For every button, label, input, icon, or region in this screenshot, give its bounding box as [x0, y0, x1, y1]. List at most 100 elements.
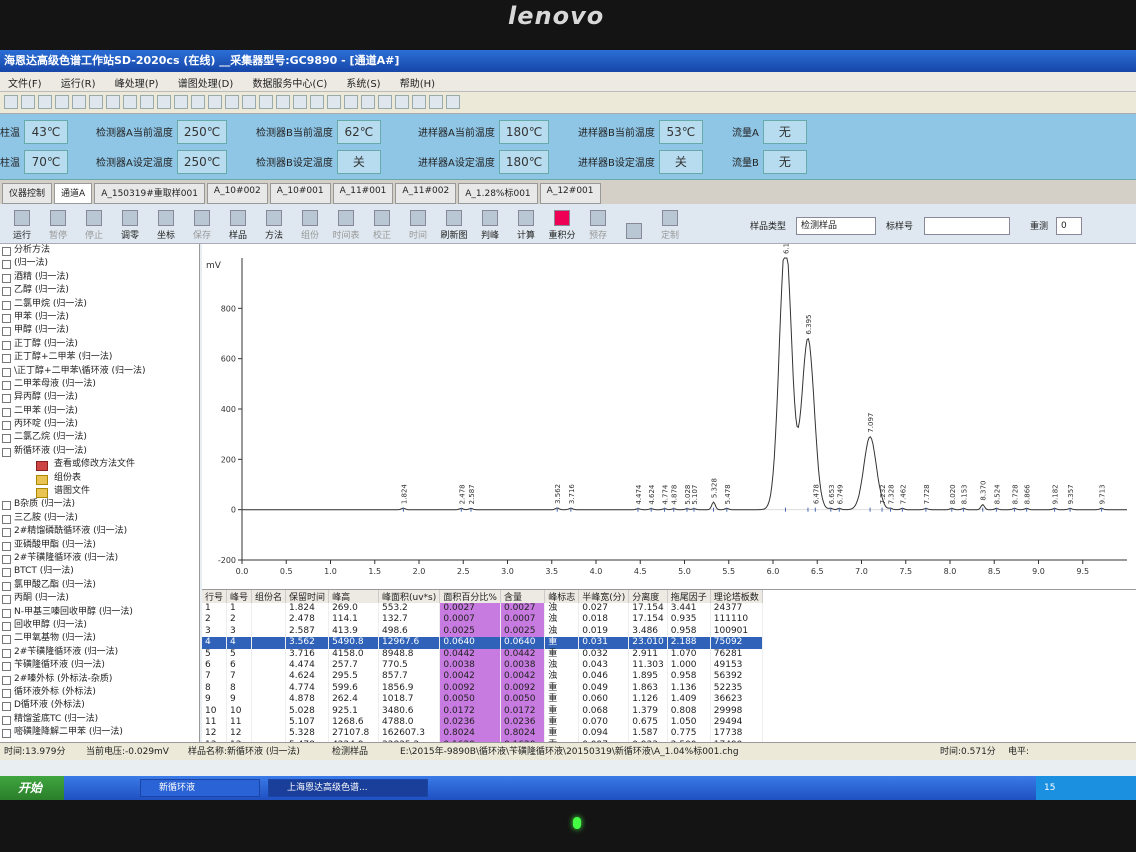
pause-button[interactable]: 暂停 [40, 210, 76, 241]
timetable-button[interactable]: 时间表 [328, 210, 364, 241]
run-button[interactable]: 运行 [4, 210, 40, 241]
paste-icon[interactable] [89, 95, 103, 109]
print-icon[interactable] [140, 95, 154, 109]
split-peak-icon[interactable] [412, 95, 426, 109]
table-row[interactable]: 11 11 5.107 1268.6 4788.0 0.0236 0.0236 重 0.070 0… [202, 717, 763, 729]
tree-item[interactable]: 2#苄磺隆循环液 (归一法) [0, 552, 199, 565]
tree-item[interactable]: \正丁醇+二甲苯\循环液 (归一法) [0, 365, 199, 378]
layout-3-icon[interactable] [191, 95, 205, 109]
table-row[interactable]: 5 5 3.716 4158.0 8948.8 0.0442 0.0442 重 0.032 2.9… [202, 648, 763, 661]
tree-item[interactable]: 谱图文件 [0, 485, 199, 499]
column-header[interactable]: 行号 [202, 590, 228, 603]
reintegrate-button[interactable]: 重积分 [544, 210, 580, 241]
axis-button[interactable]: 坐标 [148, 210, 184, 241]
column-header[interactable]: 理论塔板数 [710, 590, 763, 603]
menu-chromatogram[interactable]: 谱图处理(D) [170, 72, 242, 93]
component-button[interactable]: 组份 [292, 210, 328, 241]
vials-button[interactable] [616, 223, 652, 241]
tree-item[interactable]: 二氯乙烷 (归一法) [0, 431, 199, 444]
tab-file-7[interactable]: A_12#001 [539, 183, 601, 204]
tree-item[interactable]: 二氯甲烷 (归一法) [0, 298, 199, 311]
column-header[interactable]: 半峰宽(分) [578, 590, 630, 603]
column-header[interactable]: 峰标志 [544, 590, 580, 603]
peak-start-icon[interactable] [361, 95, 375, 109]
tree-item[interactable]: 回收甲醇 (归一法) [0, 619, 199, 632]
peak-end-icon[interactable] [378, 95, 392, 109]
column-header[interactable]: 组份名 [251, 590, 287, 603]
tree-item[interactable]: 三乙胺 (归一法) [0, 512, 199, 525]
copy-icon[interactable] [72, 95, 86, 109]
table-row[interactable]: 9 9 4.878 262.4 1018.7 0.0050 0.0050 重 0.060 1.12… [202, 694, 763, 706]
tree-item[interactable]: 二甲苯 (归一法) [0, 405, 199, 418]
tree-item[interactable]: 二甲苯母液 (归一法) [0, 378, 199, 391]
tree-item[interactable]: 新循环液 (归一法) [0, 445, 199, 458]
undo-icon[interactable] [106, 95, 120, 109]
taskbar-app[interactable]: 上海恩达高级色谱... [268, 779, 428, 797]
tree-item[interactable]: 乙醇 (归一法) [0, 284, 199, 297]
column-header[interactable]: 峰高 [328, 590, 380, 603]
tab-file-1[interactable]: A_150319#重取样001 [94, 183, 205, 204]
table-row[interactable]: 4 4 3.562 5490.8 12967.6 0.0640 0.0640 重 0.031 23… [202, 637, 763, 649]
sample-button[interactable]: 样品 [220, 210, 256, 241]
table-row[interactable]: 6 6 4.474 257.7 770.5 0.0038 0.0038 浊 0.043 11.30… [202, 660, 763, 672]
menu-peak[interactable]: 峰处理(P) [107, 72, 167, 93]
column-header[interactable]: 保留时间 [285, 590, 330, 603]
baseline-icon[interactable] [395, 95, 409, 109]
new-icon[interactable] [4, 95, 18, 109]
menu-file[interactable]: 文件(F) [0, 72, 50, 93]
cut-icon[interactable] [55, 95, 69, 109]
calculate-button[interactable]: 计算 [508, 210, 544, 241]
tree-item[interactable]: 苄磺隆循环液 (归一法) [0, 659, 199, 672]
tree-item[interactable]: 2#嗪外标 (外标法-杂质) [0, 673, 199, 686]
save-data-button[interactable]: 保存 [184, 210, 220, 241]
tab-file-4[interactable]: A_11#001 [332, 183, 394, 204]
sample-type-select[interactable]: 检测样品 [796, 217, 876, 235]
std-select[interactable] [924, 217, 1010, 235]
repeat-input[interactable]: 0 [1056, 217, 1082, 235]
layout-1-icon[interactable] [157, 95, 171, 109]
move-up-icon[interactable] [259, 95, 273, 109]
tree-item[interactable]: 嘧磺隆降解二甲苯 (归一法) [0, 726, 199, 739]
menu-data-center[interactable]: 数据服务中心(C) [244, 72, 335, 93]
save-icon[interactable] [38, 95, 52, 109]
tree-item[interactable]: 甲苯 (归一法) [0, 311, 199, 324]
column-header[interactable]: 含量 [500, 590, 546, 603]
tree-item[interactable]: 酒精 (归一法) [0, 271, 199, 284]
move-down-icon[interactable] [276, 95, 290, 109]
tree-item[interactable]: 二甲氧基物 (归一法) [0, 632, 199, 645]
zoom-out-icon[interactable] [242, 95, 256, 109]
menu-system[interactable]: 系统(S) [338, 72, 388, 93]
valley-icon[interactable] [429, 95, 443, 109]
stop-button[interactable]: 停止 [76, 210, 112, 241]
menu-run[interactable]: 运行(R) [53, 72, 104, 93]
table-row[interactable]: 7 7 4.624 295.5 857.7 0.0042 0.0042 浊 0.046 1.895… [202, 671, 763, 683]
next-icon[interactable] [327, 95, 341, 109]
calibrate-button[interactable]: 校正 [364, 210, 400, 241]
customize-button[interactable]: 定制 [652, 210, 688, 241]
judge-peak-button[interactable]: 判峰 [472, 210, 508, 241]
zero-button[interactable]: 调零 [112, 210, 148, 241]
zoom-in-icon[interactable] [225, 95, 239, 109]
tree-item[interactable]: N-甲基三嗪回收甲醇 (归一法) [0, 606, 199, 619]
table-row[interactable]: 10 10 5.028 925.1 3480.6 0.0172 0.0172 重 0.068 1.… [202, 705, 763, 718]
tree-item[interactable]: 氯甲酸乙酯 (归一法) [0, 579, 199, 592]
tab-file-3[interactable]: A_10#001 [269, 183, 331, 204]
first-icon[interactable] [293, 95, 307, 109]
tree-item[interactable]: 查看或修改方法文件 [0, 458, 199, 472]
tree-item[interactable]: 组份表 [0, 472, 199, 486]
redo-icon[interactable] [123, 95, 137, 109]
tree-item[interactable]: B杂质 (归一法) [0, 498, 199, 511]
table-row[interactable]: 1 1 1.824 269.0 553.2 0.0027 0.0027 浊 0.027 17.15… [202, 603, 763, 615]
tree-item[interactable]: 循环液外标 (外标法) [0, 686, 199, 699]
column-header[interactable]: 分离度 [628, 590, 668, 603]
tree-item[interactable]: (归一法) [0, 257, 199, 270]
tree-item[interactable]: 亚磷酸甲酯 (归一法) [0, 539, 199, 552]
tab-channel-a[interactable]: 通道A [54, 183, 93, 204]
column-header[interactable]: 面积百分比% [439, 590, 501, 603]
tree-item[interactable]: 分析方法 [0, 244, 199, 257]
menu-help[interactable]: 帮助(H) [392, 72, 443, 93]
tree-item[interactable]: D循环液 (外标法) [0, 699, 199, 712]
tree-item[interactable]: 丙环啶 (归一法) [0, 418, 199, 431]
table-row[interactable]: 2 2 2.478 114.1 132.7 0.0007 0.0007 浊 0.018 17.15… [202, 614, 763, 626]
time-button[interactable]: 时间 [400, 210, 436, 241]
